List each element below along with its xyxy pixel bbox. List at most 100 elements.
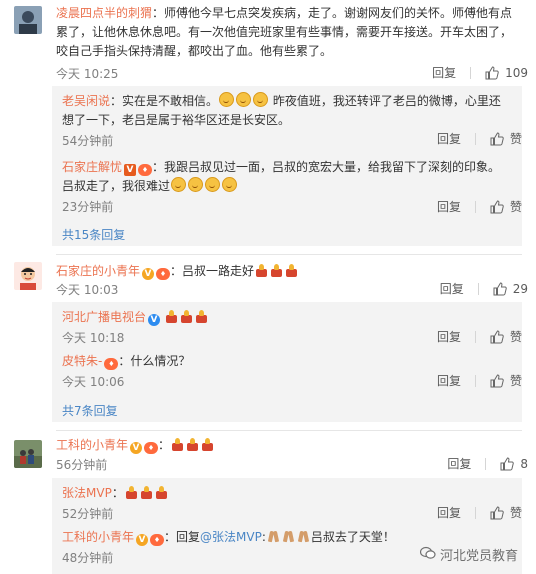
like-label[interactable]: 赞 [510, 198, 522, 215]
sad-face-icon [236, 92, 252, 107]
candle-icon [270, 264, 283, 277]
comment-actions: 回复 109 [432, 64, 528, 81]
candle-icon [285, 264, 298, 277]
wechat-logo-icon [419, 546, 436, 564]
thumb-up-icon[interactable] [490, 505, 504, 520]
separator [477, 282, 479, 295]
reply-text: 石家庄解忧 V ♦ ：我跟吕叔见过一面，吕叔的宽宏大量，给我留下了深刻的印象。吕叔走了… [62, 160, 501, 193]
candle-icon [186, 438, 199, 451]
like-count: 29 [512, 281, 528, 296]
candle-icon [125, 486, 138, 499]
reply-author[interactable]: 河北广播电视台 [62, 310, 146, 324]
reply-actions: 回复 赞 [437, 198, 522, 215]
comment-author[interactable]: 凌晨四点半的刺猬 [56, 6, 152, 20]
separator [474, 200, 476, 213]
level-badge-icon: ♦ [150, 534, 165, 546]
thumb-up-icon[interactable] [490, 329, 504, 344]
level-badge-icon: ♦ [104, 358, 119, 370]
reply-actions: 回复 赞 [437, 372, 522, 389]
more-replies-link[interactable]: 共15条回复 [62, 226, 125, 243]
reply-button[interactable]: 回复 [437, 130, 461, 147]
reply-author[interactable]: 老吴闲说 [62, 94, 110, 108]
comment-actions: 回复 29 [440, 280, 528, 297]
comment-text: 工科的小青年 V ♦： [56, 436, 522, 455]
verified-badge-icon: V [148, 314, 161, 326]
like-label[interactable]: 赞 [510, 372, 522, 389]
reply-text: 河北广播电视台 V [62, 308, 522, 327]
candle-icon [165, 310, 178, 323]
reply-actions: 回复 赞 [437, 504, 522, 521]
mention-link[interactable]: @张法MVP [200, 530, 262, 544]
reply-button[interactable]: 回复 [437, 504, 461, 521]
reply-button[interactable]: 回复 [432, 64, 456, 81]
sad-face-icon [253, 92, 269, 107]
reply-author[interactable]: 张法MVP [62, 486, 112, 500]
divider [56, 430, 522, 431]
comment-time: 今天 10:25 [56, 66, 119, 81]
sad-face-icon [188, 177, 204, 192]
verified-badge-icon: V [136, 534, 149, 546]
reply-author[interactable]: 石家庄解忧 [62, 160, 122, 174]
reply-actions: 回复 赞 [437, 130, 522, 147]
comment-actions: 回复 8 [447, 455, 528, 472]
thumb-up-icon[interactable] [490, 131, 504, 146]
reply-section: 河北广播电视台 V 今天 10:18 回复 赞 皮特朱- ♦ ：什么情况？ 今天 10… [52, 302, 522, 422]
level-badge-icon: ♦ [138, 164, 153, 176]
candle-icon [255, 264, 268, 277]
avatar[interactable] [14, 6, 42, 34]
reply-text: 老吴闲说：实在是不敢相信。 昨夜值班，我还转评了老吕的微博，心里还想了一下，老吕… [62, 92, 501, 127]
sad-face-icon [171, 177, 187, 192]
thumb-up-icon[interactable] [485, 65, 499, 80]
reply-button[interactable]: 回复 [437, 328, 461, 345]
like-count: 109 [505, 65, 528, 80]
reply-author[interactable]: 皮特朱- [62, 354, 102, 368]
comment-text: 石家庄的小青年 V ♦ ：吕叔一路走好 [56, 262, 522, 281]
reply-author[interactable]: 工科的小青年 [62, 530, 134, 544]
candle-icon [195, 310, 208, 323]
sad-face-icon [219, 92, 235, 107]
separator [485, 457, 487, 470]
candle-icon [140, 486, 153, 499]
reply-section: 老吴闲说：实在是不敢相信。 昨夜值班，我还转评了老吕的微博，心里还想了一下，老吕… [52, 86, 522, 246]
level-badge-icon: ♦ [144, 442, 159, 454]
pray-icon [267, 530, 280, 543]
avatar[interactable] [14, 440, 42, 468]
reply-button[interactable]: 回复 [447, 455, 471, 472]
watermark: 河北党员教育 [419, 545, 518, 564]
verified-badge-icon: V [130, 442, 143, 454]
comment-author[interactable]: 工科的小青年 [56, 438, 128, 452]
reply-button[interactable]: 回复 [440, 280, 464, 297]
sad-face-icon [222, 177, 238, 192]
more-replies-link[interactable]: 共7条回复 [62, 402, 118, 419]
like-label[interactable]: 赞 [510, 328, 522, 345]
reply-text: 皮特朱- ♦ ：什么情况？ [62, 354, 191, 370]
reply-button[interactable]: 回复 [437, 372, 461, 389]
thumb-up-icon[interactable] [490, 199, 504, 214]
candle-icon [201, 438, 214, 451]
reply-actions: 回复 赞 [437, 328, 522, 345]
sad-face-icon [205, 177, 221, 192]
verified-badge-icon: V [142, 268, 155, 280]
pray-icon [282, 530, 295, 543]
thumb-up-icon[interactable] [500, 456, 515, 471]
thumb-up-icon[interactable] [493, 281, 507, 296]
like-label[interactable]: 赞 [510, 504, 522, 521]
candle-icon [180, 310, 193, 323]
reply-text: 张法MVP： [62, 484, 522, 503]
comment-meta: 今天 10:03 [56, 280, 118, 298]
reply-button[interactable]: 回复 [437, 198, 461, 215]
separator [474, 330, 476, 343]
avatar[interactable] [14, 262, 42, 290]
level-badge-icon: ♦ [156, 268, 171, 280]
comment-author[interactable]: 石家庄的小青年 [56, 264, 140, 278]
comment-text: 凌晨四点半的刺猬：师傅他今早七点突发疾病，走了。谢谢网友们的关怀。师傅他有点累了… [56, 4, 522, 61]
like-label[interactable]: 赞 [510, 130, 522, 147]
thumb-up-icon[interactable] [490, 373, 504, 388]
comment-meta: 56分钟前 [56, 455, 107, 473]
like-count: 8 [520, 456, 528, 471]
separator [474, 132, 476, 145]
divider [56, 254, 522, 255]
separator [474, 506, 476, 519]
comment-time: 今天 10:03 [56, 282, 119, 297]
verified-badge-icon: V [124, 164, 137, 176]
